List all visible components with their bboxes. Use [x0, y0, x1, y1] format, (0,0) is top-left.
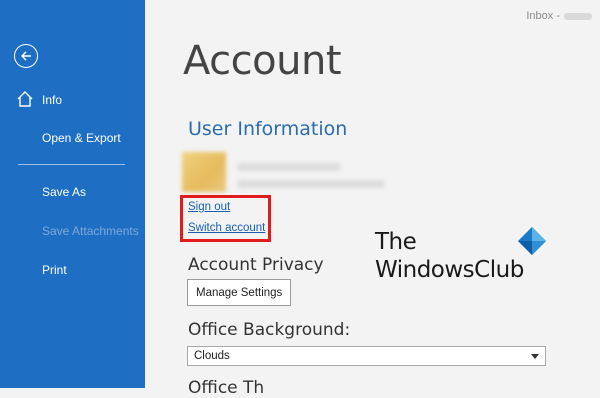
sidebar-item-print[interactable]: Print	[42, 263, 67, 277]
redacted-user-name	[237, 163, 341, 171]
redacted-user-email	[237, 180, 385, 188]
user-avatar	[182, 152, 226, 192]
office-background-select[interactable]: Clouds	[187, 346, 546, 366]
watermark-line-2: WindowsClub	[375, 257, 524, 283]
watermark-text: The WindowsClub	[375, 228, 524, 284]
windowsclub-logo-icon	[518, 227, 546, 255]
redacted-account-name	[564, 12, 592, 20]
window-title: Inbox -	[526, 10, 592, 22]
chevron-down-icon	[531, 354, 539, 359]
office-background-heading: Office Background:	[188, 320, 351, 340]
office-background-value: Clouds	[194, 350, 230, 362]
sidebar-divider	[18, 164, 125, 165]
sidebar-item-label: Open & Export	[42, 131, 121, 145]
window-title-text: Inbox -	[526, 10, 560, 22]
backstage-sidebar: Info Open & Export Save As Save Attachme…	[0, 0, 145, 388]
sidebar-item-save-attachments: Save Attachments	[42, 224, 139, 238]
watermark-line-1: The	[375, 229, 417, 255]
sidebar-item-open-export[interactable]: Open & Export	[42, 131, 121, 145]
arrow-left-icon	[20, 51, 31, 61]
highlight-annotation-box	[180, 195, 271, 242]
office-theme-heading: Office Th	[188, 378, 265, 398]
back-button[interactable]	[14, 44, 38, 68]
account-pane: Inbox - Account User Information Sign ou…	[145, 0, 600, 398]
sidebar-item-label: Save As	[42, 185, 87, 199]
user-information-heading: User Information	[188, 118, 348, 140]
sidebar-item-info[interactable]: Info	[42, 93, 62, 107]
sidebar-item-label: Info	[42, 93, 63, 107]
sidebar-item-label: Print	[42, 263, 67, 277]
sidebar-item-save-as[interactable]: Save As	[42, 185, 86, 199]
account-privacy-heading: Account Privacy	[188, 255, 324, 275]
page-title: Account	[183, 38, 342, 84]
home-icon	[17, 91, 33, 107]
sidebar-item-label: Save Attachments	[42, 224, 139, 238]
manage-settings-button[interactable]: Manage Settings	[187, 279, 292, 306]
